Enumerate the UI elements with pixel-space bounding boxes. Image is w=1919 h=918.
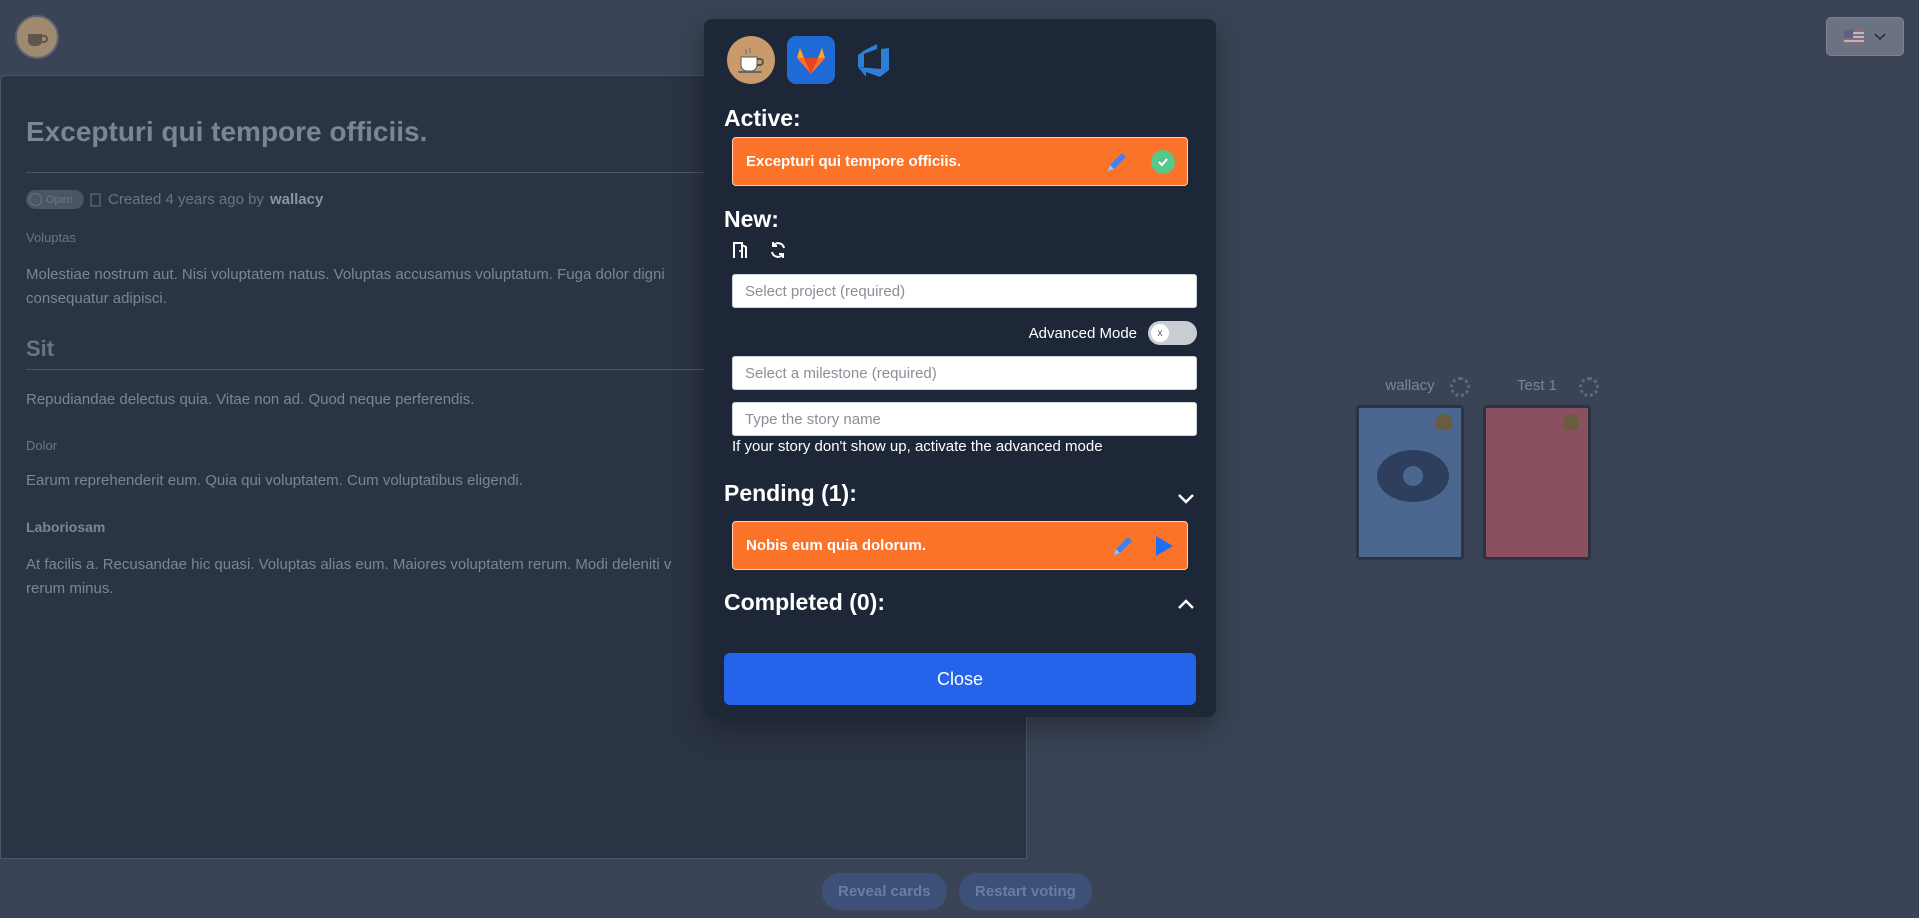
- door-exit-icon[interactable]: [731, 240, 751, 260]
- player-name: Test 1: [1516, 377, 1558, 394]
- status-badge: Open: [26, 190, 84, 209]
- divider: [26, 172, 726, 173]
- chevron-up-icon[interactable]: [1175, 593, 1197, 615]
- close-button[interactable]: Close: [724, 653, 1196, 705]
- advanced-mode-hint: If your story don't show up, activate th…: [732, 438, 1103, 455]
- divider: [26, 369, 726, 370]
- paragraph-dolor: Earum reprehenderit eum. Quia qui volupt…: [26, 472, 523, 489]
- gear-icon[interactable]: [1450, 377, 1470, 397]
- player-name: wallacy: [1385, 377, 1435, 394]
- bell-icon[interactable]: [1436, 414, 1452, 430]
- pending-story-item[interactable]: Nobis eum quia dolorum.: [732, 521, 1188, 570]
- milestone-select[interactable]: [732, 356, 1197, 390]
- project-select[interactable]: [732, 274, 1197, 308]
- player-test-1: Test 1: [1483, 377, 1599, 560]
- edit-icon[interactable]: [90, 193, 102, 207]
- eye-icon: [1377, 450, 1449, 502]
- bottom-bar: Reveal cards Restart voting: [0, 859, 1919, 918]
- advanced-mode-toggle[interactable]: x: [1148, 321, 1197, 345]
- story-name-input[interactable]: [732, 402, 1197, 436]
- paragraph-laboriosam-cont: rerum minus.: [26, 580, 114, 597]
- gitlab-icon[interactable]: [787, 36, 835, 84]
- app-logo-coffee-icon[interactable]: [15, 15, 59, 59]
- paragraph-voluptas-cont: consequatur adipisci.: [26, 290, 167, 307]
- new-section-title: New:: [724, 206, 779, 232]
- story-title: Excepturi qui tempore officiis.: [26, 116, 428, 147]
- completed-section-title: Completed (0):: [724, 589, 885, 615]
- player-card: [1356, 405, 1464, 560]
- reveal-cards-button[interactable]: Reveal cards: [822, 873, 947, 910]
- stories-modal: Active: Excepturi qui tempore officiis. …: [704, 19, 1216, 717]
- player-card: [1483, 405, 1591, 560]
- pending-section-title: Pending (1):: [724, 480, 857, 506]
- pending-story-name: Nobis eum quia dolorum.: [746, 537, 927, 554]
- paragraph-voluptas: Molestiae nostrum aut. Nisi voluptatem n…: [26, 266, 665, 283]
- play-icon[interactable]: [1153, 534, 1175, 558]
- pencil-icon[interactable]: [1104, 149, 1130, 175]
- advanced-mode-label: Advanced Mode: [1028, 324, 1137, 342]
- field-label-dolor: Dolor: [26, 438, 58, 453]
- flag-us-icon: [1844, 29, 1864, 44]
- paragraph-sit: Repudiandae delectus quia. Vitae non ad.…: [26, 391, 475, 408]
- paragraph-laboriosam: At facilis a. Recusandae hic quasi. Volu…: [26, 556, 672, 573]
- language-selector[interactable]: [1826, 17, 1904, 56]
- chevron-down-icon[interactable]: [1175, 487, 1197, 509]
- bell-icon[interactable]: [1563, 414, 1579, 430]
- gear-icon[interactable]: [1579, 377, 1599, 397]
- refresh-icon[interactable]: [768, 240, 788, 260]
- check-icon[interactable]: [1151, 150, 1175, 174]
- azure-devops-icon[interactable]: [849, 36, 897, 84]
- restart-voting-button[interactable]: Restart voting: [959, 873, 1092, 910]
- chevron-down-icon: [1874, 32, 1886, 40]
- pencil-icon[interactable]: [1110, 533, 1136, 559]
- active-story-name: Excepturi qui tempore officiis.: [746, 153, 962, 170]
- created-text: Created 4 years ago by: [108, 191, 264, 208]
- field-label-voluptas: Voluptas: [26, 230, 76, 245]
- coffee-cup-icon[interactable]: [727, 36, 775, 84]
- story-meta: Open Created 4 years ago by wallacy: [26, 190, 323, 209]
- toggle-off-icon: x: [1151, 324, 1169, 342]
- advanced-mode-row: Advanced Mode x: [1029, 321, 1197, 345]
- active-section-title: Active:: [724, 105, 801, 131]
- active-story-item[interactable]: Excepturi qui tempore officiis.: [732, 137, 1188, 186]
- heading-sit: Sit: [26, 336, 55, 361]
- player-wallacy: wallacy: [1356, 377, 1470, 560]
- author-name: wallacy: [269, 191, 324, 208]
- heading-laboriosam: Laboriosam: [26, 519, 106, 535]
